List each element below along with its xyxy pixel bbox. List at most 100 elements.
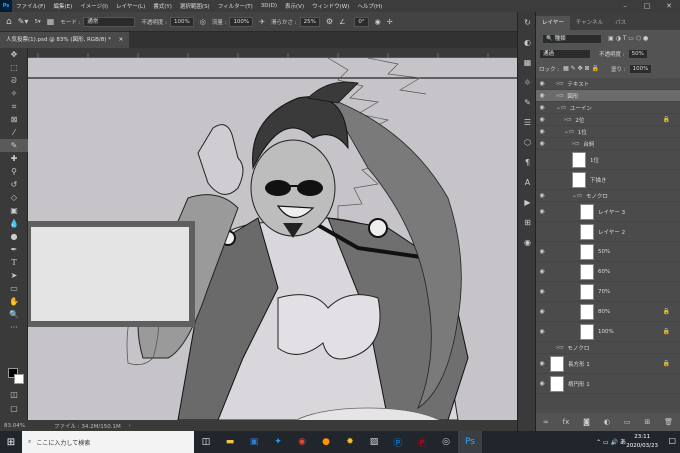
path-select-tool-icon[interactable]: ➤ [0, 269, 28, 282]
layer-row-50[interactable]: ◉ 50% [536, 242, 680, 262]
visibility-eye-icon[interactable]: ◉ [536, 288, 548, 295]
type-tool-icon[interactable]: T [0, 256, 28, 269]
zoom-tool-icon[interactable]: 🔍 [0, 308, 28, 321]
screen-mode-icon[interactable]: ▢ [0, 402, 28, 415]
document-canvas[interactable] [28, 58, 517, 420]
color-swatches[interactable] [8, 368, 24, 384]
quick-mask-icon[interactable]: ◫ [0, 388, 28, 401]
menu-edit[interactable]: 編集(E) [49, 2, 76, 10]
visibility-eye-icon[interactable]: ◉ [536, 268, 548, 275]
close-icon[interactable]: ✕ [658, 0, 680, 12]
visibility-eye-icon[interactable]: ◉ [536, 328, 548, 335]
fx-icon[interactable]: fx [563, 418, 570, 426]
home-icon[interactable]: ⌂ [6, 17, 12, 27]
app-colorful-icon[interactable]: ✸ [338, 431, 362, 453]
visibility-eye-icon[interactable]: ◉ [536, 116, 548, 123]
layer-row-rank2-folder[interactable]: ◉ ›▭ 2位 🔒 [536, 114, 680, 126]
pressure-size-icon[interactable]: ◉ [375, 18, 381, 26]
layer-row-mono-folder-2[interactable]: ›▭ モノクロ [536, 342, 680, 354]
layer-row-yuin-folder[interactable]: ◉ ⌄▭ ユーイン [536, 102, 680, 114]
visibility-eye-icon[interactable]: ◉ [536, 104, 548, 111]
close-tab-icon[interactable]: ✕ [119, 37, 124, 43]
menu-image[interactable]: イメージ(I) [76, 2, 112, 10]
angle-input[interactable]: 0° [354, 16, 369, 27]
menu-3d[interactable]: 3D(D) [257, 3, 281, 9]
notification-icon[interactable]: ▢ [668, 436, 676, 445]
maximize-icon[interactable]: □ [636, 0, 658, 12]
zoom-level[interactable]: 83.04% [4, 423, 34, 429]
visibility-eye-icon[interactable]: ◉ [536, 128, 548, 135]
clone-stamp-tool-icon[interactable]: ⚲ [0, 165, 28, 178]
task-view-icon[interactable]: ◫ [194, 431, 218, 453]
layer-row-shapes-folder[interactable]: ◉ ›▭ 図形 [536, 90, 680, 102]
menu-type[interactable]: 書式(Y) [149, 2, 176, 10]
adjustment-layer-icon[interactable]: ◐ [604, 418, 610, 426]
menu-filter[interactable]: フィルター(T) [214, 2, 257, 10]
history-brush-tool-icon[interactable]: ↺ [0, 178, 28, 191]
gradient-tool-icon[interactable]: ▣ [0, 204, 28, 217]
flow-input[interactable]: 100% [229, 16, 254, 27]
lock-icons[interactable]: ▦ ✎ ✥ ⊠ 🔒 [563, 65, 599, 72]
hand-tool-icon[interactable]: ✋ [0, 295, 28, 308]
visibility-eye-icon[interactable]: ◉ [536, 248, 548, 255]
lasso-tool-icon[interactable]: ᘐ [0, 74, 28, 87]
move-tool-icon[interactable]: ✥ [0, 48, 28, 61]
brush-tool-icon[interactable]: ✎▾ [18, 17, 29, 26]
smoothing-input[interactable]: 25% [299, 16, 320, 27]
photoshop-taskbar-icon[interactable]: Ps [458, 431, 482, 453]
healing-tool-icon[interactable]: ✚ [0, 152, 28, 165]
background-color-swatch[interactable] [14, 374, 24, 384]
brush-settings-panel-icon[interactable]: ✎ [518, 92, 537, 112]
pixiv-icon[interactable]: Ⓟ [386, 431, 410, 453]
history-icon[interactable]: ↻ [518, 12, 537, 32]
trash-icon[interactable]: 🗑 [664, 418, 673, 426]
opacity-input[interactable]: 100% [169, 16, 194, 27]
pressure-opacity-icon[interactable]: ◎ [200, 18, 206, 26]
libraries-icon[interactable]: ⬡ [518, 132, 537, 152]
gear-icon[interactable]: ⚙ [326, 17, 333, 26]
actions-icon[interactable]: ▶ [518, 192, 537, 212]
character-icon[interactable]: A [518, 172, 537, 192]
pen-tool-icon[interactable]: ✒ [0, 243, 28, 256]
quick-select-tool-icon[interactable]: ✧ [0, 87, 28, 100]
layer-row-sketch[interactable]: 下描き [536, 170, 680, 190]
eyedropper-tool-icon[interactable]: ⁄ [0, 126, 28, 139]
layer-row-layer3[interactable]: ◉ レイヤー 3 [536, 202, 680, 222]
layer-opacity-input[interactable]: 50% [627, 48, 648, 59]
menu-window[interactable]: ウィンドウ(W) [308, 2, 353, 10]
tab-layers[interactable]: レイヤー [536, 16, 570, 30]
brush-preset-picker[interactable]: 5 ▾ [34, 19, 40, 25]
layer-row-mono-folder[interactable]: ◉ ⌄▭ モノクロ [536, 190, 680, 202]
dodge-tool-icon[interactable]: ● [0, 230, 28, 243]
frame-tool-icon[interactable]: ⊠ [0, 113, 28, 126]
twitter-icon[interactable]: ✦ [266, 431, 290, 453]
layer-row-text-folder[interactable]: ◉ ›▭ テキスト [536, 78, 680, 90]
tab-channels[interactable]: チャンネル [570, 16, 609, 30]
file-explorer-icon[interactable]: ▬ [218, 431, 242, 453]
status-arrow-icon[interactable]: › [129, 423, 131, 429]
brush-settings-icon[interactable]: ▦ [47, 17, 55, 26]
layer-row-70[interactable]: ◉ 70% [536, 282, 680, 302]
visibility-eye-icon[interactable]: ◉ [536, 80, 548, 87]
add-mask-icon[interactable]: ◙ [583, 418, 590, 426]
adjustments-icon[interactable]: ☼ [518, 72, 537, 92]
swatches-icon[interactable]: ▦ [518, 52, 537, 72]
layer-row-layer2[interactable]: レイヤー 2 [536, 222, 680, 242]
visibility-eye-icon[interactable]: ◉ [536, 192, 548, 199]
color-icon[interactable]: ◐ [518, 32, 537, 52]
link-layers-icon[interactable]: ∞ [543, 418, 549, 426]
crop-tool-icon[interactable]: ⌗ [0, 100, 28, 113]
layer-row-rank1[interactable]: 1位 [536, 150, 680, 170]
layer-row-rank1-folder[interactable]: ◉ ⌄▭ 1位 [536, 126, 680, 138]
system-clock[interactable]: 23:11 2020/03/23 [626, 433, 658, 451]
visibility-eye-icon[interactable]: ◉ [536, 360, 548, 367]
filter-icons[interactable]: ▣ ◑ T ▭ ⬡ ● [608, 35, 648, 42]
pinterest-icon[interactable]: Ⓟ [410, 431, 434, 453]
eraser-tool-icon[interactable]: ◇ [0, 191, 28, 204]
shape-tool-icon[interactable]: ▭ [0, 282, 28, 295]
layer-row-80[interactable]: ◉ 80% 🔒 [536, 302, 680, 322]
layer-row-dialogue-folder[interactable]: ◉ ›▭ 台詞 [536, 138, 680, 150]
photos-icon[interactable]: ▨ [362, 431, 386, 453]
menu-view[interactable]: 表示(V) [281, 2, 308, 10]
new-layer-icon[interactable]: ⊞ [644, 418, 650, 426]
